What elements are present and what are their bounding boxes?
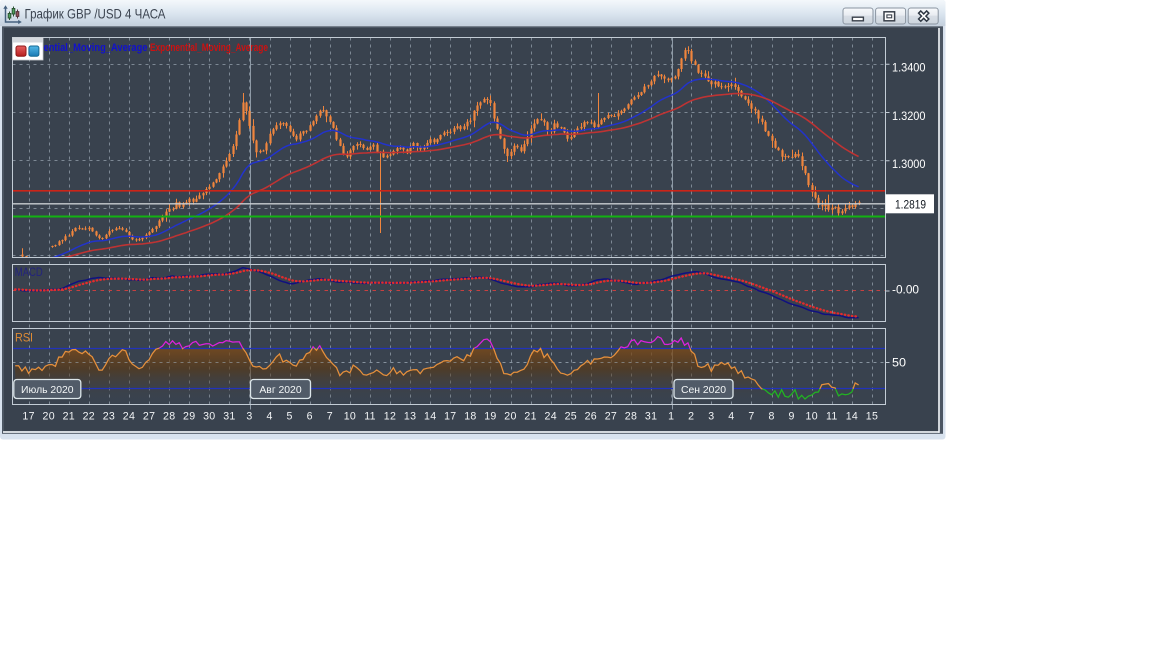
svg-text:11: 11 [826,411,838,423]
svg-text:17: 17 [22,411,34,423]
svg-text:6: 6 [307,411,313,423]
svg-text:3: 3 [246,411,252,423]
svg-text:1.3200: 1.3200 [892,109,926,123]
svg-text:12: 12 [384,411,396,423]
svg-text:8: 8 [768,411,774,423]
svg-text:14: 14 [846,411,858,423]
svg-text:График GBP /USD 4 ЧАСА: График GBP /USD 4 ЧАСА [25,6,167,22]
svg-text:10: 10 [344,411,356,423]
svg-text:7: 7 [327,411,333,423]
svg-text:20: 20 [43,411,55,423]
svg-text:29: 29 [183,411,195,423]
svg-text:13: 13 [404,411,416,423]
svg-text:Exponential_Moving_Average: Exponential_Moving_Average [150,42,268,54]
svg-text:28: 28 [625,411,637,423]
svg-text:7: 7 [748,411,754,423]
svg-text:4: 4 [266,411,272,423]
svg-text:-0.00: -0.00 [892,283,919,297]
svg-text:31: 31 [223,411,235,423]
svg-text:Авг 2020: Авг 2020 [259,385,301,396]
svg-text:RSI: RSI [15,333,33,345]
svg-text:1.3000: 1.3000 [892,157,926,171]
svg-text:31: 31 [645,411,657,423]
svg-text:50: 50 [892,355,906,369]
svg-text:2: 2 [688,411,694,423]
svg-text:18: 18 [464,411,476,423]
svg-text:27: 27 [143,411,155,423]
svg-text:27: 27 [605,411,617,423]
svg-text:5: 5 [286,411,292,423]
svg-text:14: 14 [424,411,436,423]
svg-text:3: 3 [708,411,714,423]
svg-text:Июль 2020: Июль 2020 [21,385,74,396]
svg-text:25: 25 [565,411,577,423]
svg-text:10: 10 [806,411,818,423]
svg-text:24: 24 [123,411,135,423]
svg-text:23: 23 [103,411,115,423]
svg-text:11: 11 [364,411,376,423]
svg-text:1.3400: 1.3400 [892,61,926,75]
svg-text:1.2819: 1.2819 [895,198,926,212]
svg-text:19: 19 [484,411,496,423]
svg-text:17: 17 [444,411,456,423]
svg-text:20: 20 [504,411,516,423]
svg-text:4: 4 [728,411,734,423]
svg-text:MACD: MACD [15,267,43,279]
svg-text:21: 21 [524,411,536,423]
svg-text:30: 30 [203,411,215,423]
svg-text:15: 15 [866,411,878,423]
svg-text:24: 24 [545,411,557,423]
svg-text:9: 9 [788,411,794,423]
svg-text:1: 1 [668,411,674,423]
svg-text:22: 22 [83,411,95,423]
svg-text:ential_Moving_Average: ential_Moving_Average [44,42,148,54]
svg-text:Сен 2020: Сен 2020 [681,385,726,396]
svg-text:21: 21 [63,411,75,423]
svg-text:28: 28 [163,411,175,423]
svg-text:26: 26 [585,411,597,423]
